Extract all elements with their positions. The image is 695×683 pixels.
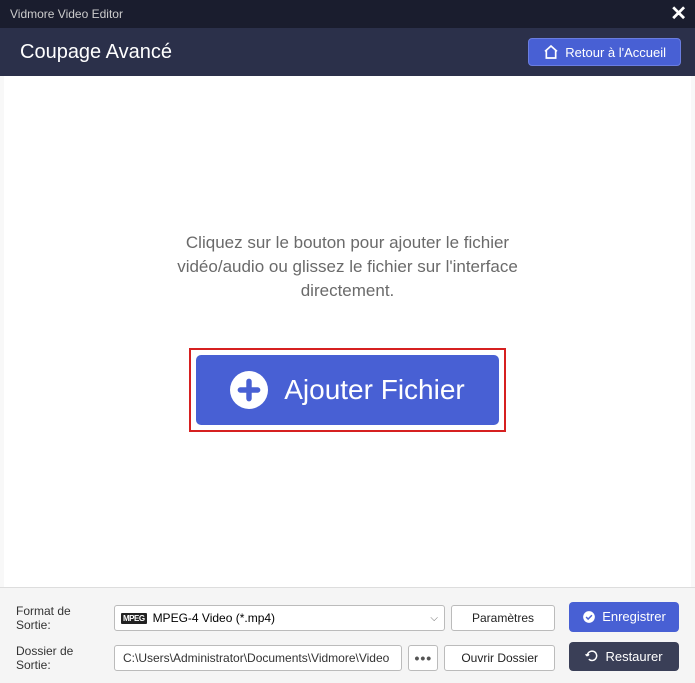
format-label: Format de Sortie: (16, 604, 108, 632)
app-name: Vidmore Video Editor (10, 7, 123, 21)
home-button-label: Retour à l'Accueil (565, 45, 666, 60)
format-badge-icon: MPEG (121, 613, 147, 624)
plus-icon (230, 371, 268, 409)
format-value: MPEG-4 Video (*.mp4) (153, 611, 276, 625)
save-button-label: Enregistrer (602, 609, 666, 624)
add-file-button[interactable]: Ajouter Fichier (196, 355, 499, 425)
close-icon[interactable]: ✕ (670, 4, 687, 24)
check-icon (582, 610, 596, 624)
folder-label: Dossier de Sortie: (16, 644, 108, 672)
add-file-label: Ajouter Fichier (284, 374, 465, 406)
settings-button[interactable]: Paramètres (451, 605, 555, 631)
format-select[interactable]: MPEG MPEG-4 Video (*.mp4) ⌵ (114, 605, 445, 631)
browse-button[interactable]: ••• (408, 645, 438, 671)
open-folder-button[interactable]: Ouvrir Dossier (444, 645, 555, 671)
header: Coupage Avancé Retour à l'Accueil (0, 28, 695, 76)
page-title: Coupage Avancé (20, 41, 172, 64)
output-folder-input[interactable] (114, 645, 402, 671)
restore-icon (585, 649, 599, 663)
home-button[interactable]: Retour à l'Accueil (528, 38, 681, 66)
restore-button-label: Restaurer (605, 649, 662, 664)
chevron-down-icon: ⌵ (430, 613, 438, 624)
restore-button[interactable]: Restaurer (569, 642, 679, 672)
main-area: Cliquez sur le bouton pour ajouter le fi… (0, 76, 695, 587)
drop-hint: Cliquez sur le bouton pour ajouter le fi… (148, 231, 548, 302)
add-file-highlight: Ajouter Fichier (189, 348, 506, 432)
save-button[interactable]: Enregistrer (569, 602, 679, 632)
titlebar: Vidmore Video Editor ✕ (0, 0, 695, 28)
home-icon (543, 44, 559, 60)
footer: Format de Sortie: MPEG MPEG-4 Video (*.m… (0, 587, 695, 683)
